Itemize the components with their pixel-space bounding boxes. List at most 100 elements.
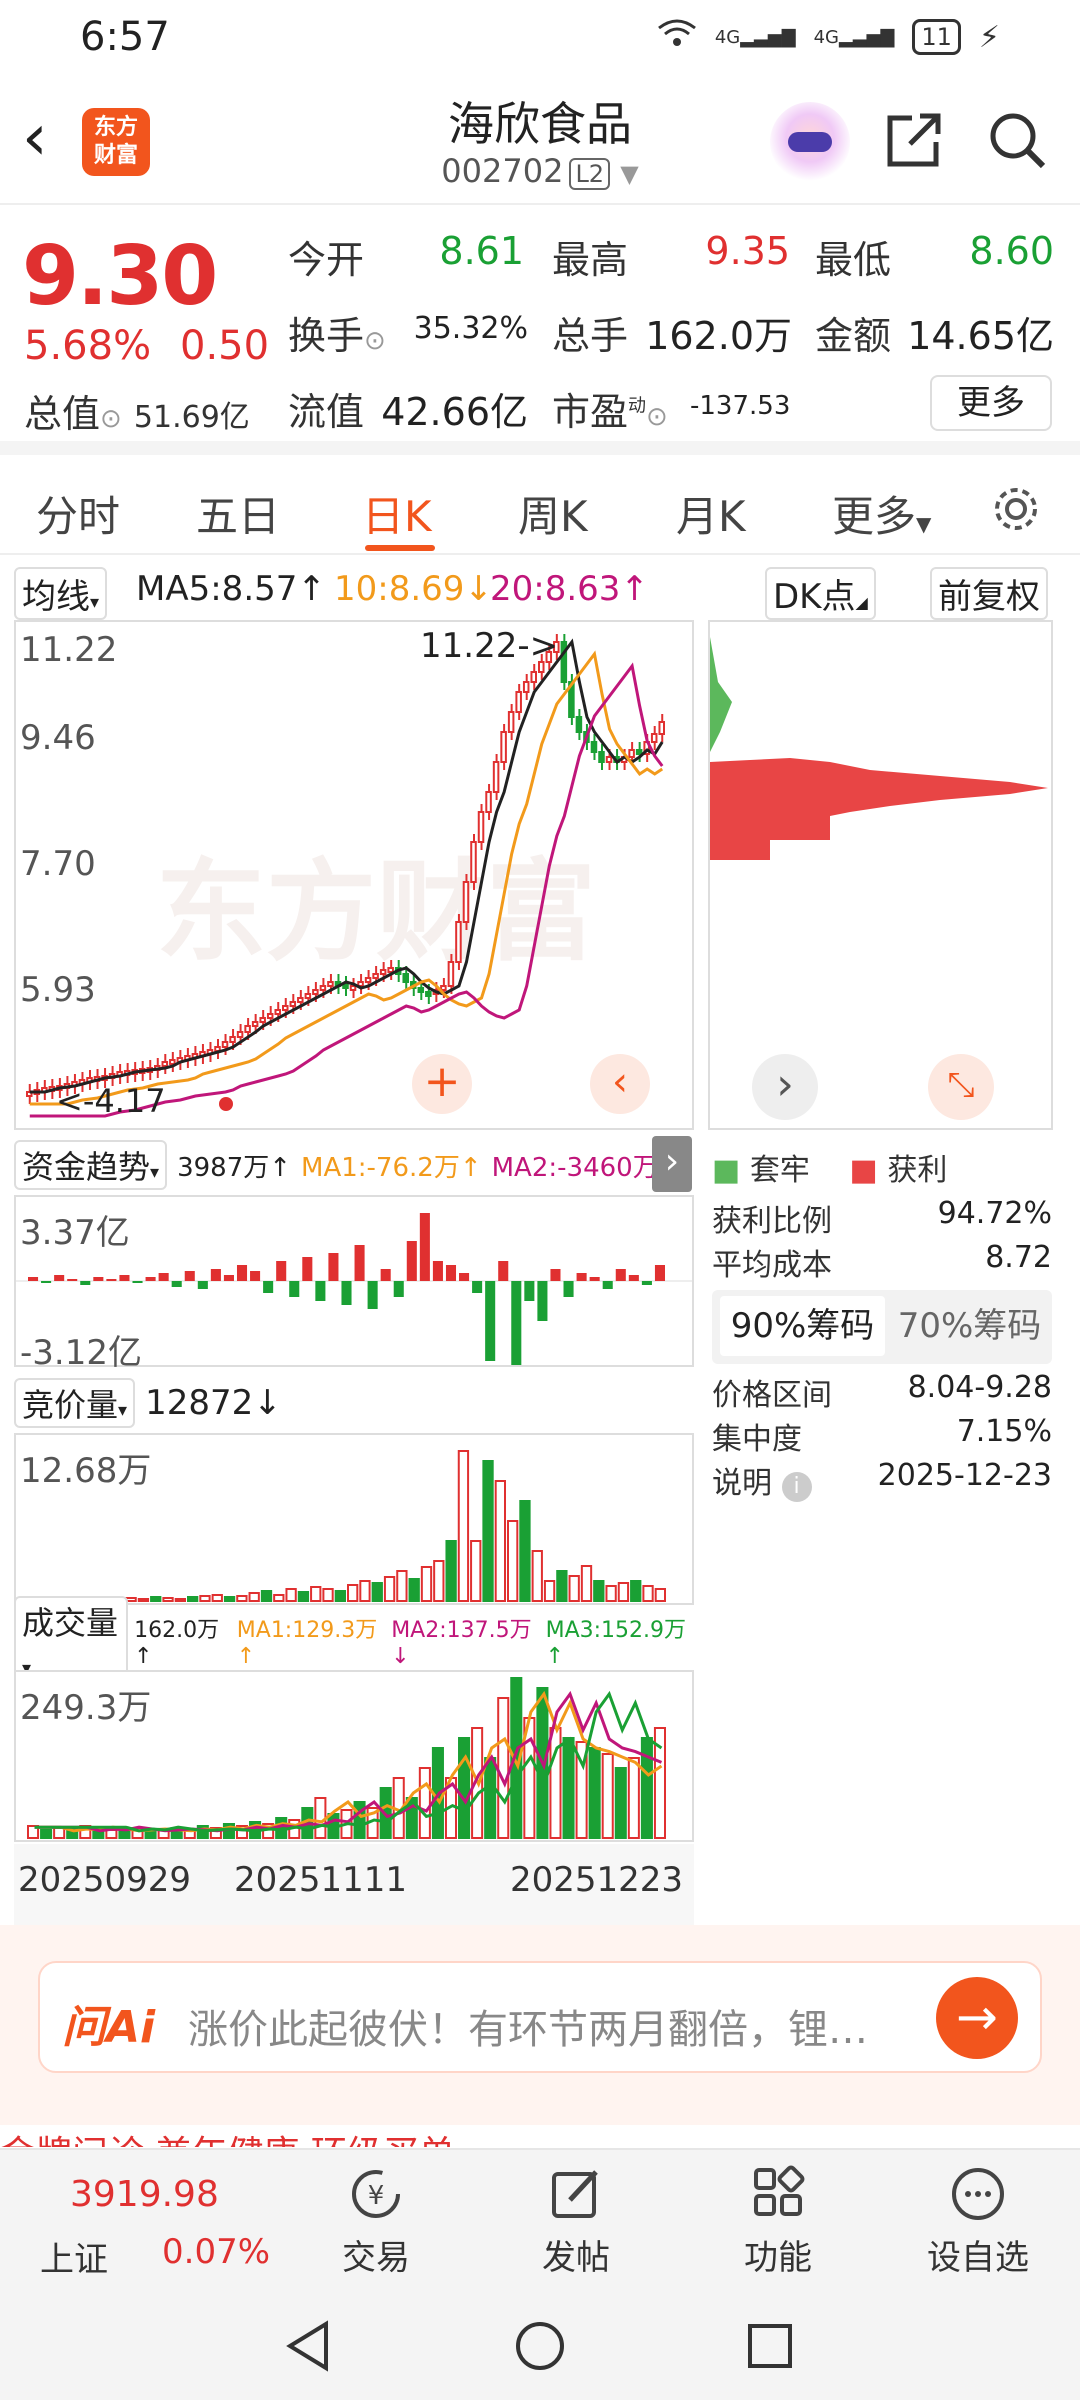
fund-bar [263,1281,274,1293]
tab-weekly-k[interactable]: 周K [518,483,588,544]
fund-bar [250,1271,261,1281]
fund-bar [445,1265,457,1281]
candle [635,749,643,755]
more-quote-button[interactable]: 更多 [930,375,1052,431]
candle [560,641,568,683]
candle [304,993,312,999]
bid-bar [605,1585,617,1602]
note-row[interactable]: 说明 i 2025-12-23 [712,1458,1052,1502]
candle [289,1001,297,1007]
bid-bar [470,1540,482,1602]
chevron-right-icon[interactable]: › [652,1136,692,1192]
concentration-row: 集中度 7.15% [712,1414,1052,1457]
candle [169,1059,176,1065]
chevron-down-icon: ▼ [620,160,639,188]
svg-text:¥: ¥ [368,2181,385,2211]
system-nav-bar [0,2288,1080,2400]
ai-robot-icon[interactable] [770,102,850,182]
nav-trade[interactable]: ¥ 交易 [316,2164,436,2279]
total-market-value[interactable]: 总值⊙ 51.69亿 [24,383,250,438]
tab-daily-k[interactable]: 日K [362,483,432,544]
tab-five-day[interactable]: 五日 [196,483,280,544]
fund-bar [589,1277,600,1281]
candle [485,791,492,813]
candle [628,749,635,758]
fund-bar [406,1241,417,1281]
share-icon[interactable] [882,108,946,172]
fund-bar [106,1279,117,1281]
volume-chart[interactable]: 249.3万 [14,1670,694,1842]
candle [364,977,372,983]
bid-chart[interactable]: 12.68万 [14,1433,694,1605]
fund-bar [223,1275,234,1281]
bid-bar [420,1566,433,1602]
chevron-left-icon[interactable]: ‹ [590,1054,650,1114]
system-back-icon[interactable] [280,2318,336,2374]
system-home-icon[interactable] [512,2318,568,2374]
turnover-value: 35.32% [413,311,528,346]
nav-post[interactable]: 发帖 [516,2164,636,2279]
index-value[interactable]: 3919.98 [70,2174,219,2215]
system-recents-icon[interactable] [742,2318,798,2374]
kline-chart[interactable]: 东方财富 11.22 9.46 7.70 5.93 11.22-> <-4.17… [14,620,694,1130]
volume-bar [627,1757,640,1839]
fund-bar [276,1261,287,1281]
stock-header: ‹ 东方 财富 海欣食品 002702 L2 ▼ [0,80,1080,205]
volume-ma1: MA1:129.3万↑ [236,1617,378,1669]
candle [470,841,477,883]
fund-chart[interactable]: 3.37亿 -3.12亿 [14,1195,694,1373]
volume-ma3: MA3:152.9万↑ [545,1617,687,1669]
fund-bar [393,1281,404,1297]
index-name[interactable]: 上证 [40,2232,108,2281]
date-tick: 20251223 [510,1860,684,1900]
info-icon: ⊙ [364,326,386,356]
tab-more[interactable]: 更多▼ [832,483,931,544]
grid-icon [754,2165,805,2216]
indicator-select[interactable]: 均线▾ [14,567,108,620]
chevron-right-icon[interactable]: › [752,1054,818,1120]
bid-bar [617,1582,630,1602]
bid-bar [150,1596,162,1602]
bid-bar [297,1591,310,1602]
trade-icon: ¥ [352,2170,400,2218]
candle [387,967,394,973]
date-tick: 20251111 [234,1860,408,1900]
expand-icon[interactable]: ⤡ [928,1054,994,1120]
fund-bar [615,1269,626,1281]
bid-bar [482,1460,494,1602]
chip-distribution[interactable]: › ⤡ [708,620,1053,1130]
fund-bar [550,1269,561,1281]
tab-chip-90[interactable]: 90%筹码 [720,1296,885,1356]
gear-icon[interactable] [990,483,1042,535]
fund-ma1: MA1:-76.2万↑ [301,1152,482,1183]
news-ticker[interactable]: 金牌问诊 兼年健康 环级买单 [0,2125,1080,2147]
fund-bar [419,1213,430,1281]
bid-bar [223,1596,236,1602]
candle [425,991,432,997]
bid-bar [568,1575,580,1602]
adjust-select[interactable]: 前复权 [930,567,1048,620]
volume-bar [458,1737,471,1839]
bid-bar [273,1594,285,1602]
bid-bar [174,1598,186,1602]
turnover-label[interactable]: 换手⊙ [288,305,386,360]
crosshair-icon[interactable]: + [412,1054,472,1114]
tab-intraday[interactable]: 分时 [36,483,120,544]
fund-indicator-select[interactable]: 资金趋势▾ [14,1140,168,1190]
arrow-right-icon[interactable]: → [936,1977,1018,2059]
search-icon[interactable] [985,108,1049,172]
fund-bar [80,1281,91,1285]
tab-chip-70[interactable]: 70%筹码 [892,1296,1047,1356]
pe-label[interactable]: 市盈动⊙ [552,381,668,436]
candle [462,881,470,923]
candle [507,711,515,733]
fund-legend: 资金趋势▾ 3987万↑ MA1:-76.2万↑ MA2:-3460万↑ [14,1140,694,1190]
tab-monthly-k[interactable]: 月K [676,483,746,544]
candle [590,741,598,753]
ai-input[interactable]: 问Ai 涨价此起彼伏！有环节两月翻倍，锂… → [38,1961,1042,2073]
nav-functions[interactable]: 功能 [718,2164,838,2279]
nav-add-watchlist[interactable]: 设自选 [918,2164,1038,2279]
fund-bar [184,1271,195,1281]
bid-indicator-select[interactable]: 竞价量▾ [14,1378,136,1428]
dk-point-select[interactable]: DK点◢ [765,567,876,620]
